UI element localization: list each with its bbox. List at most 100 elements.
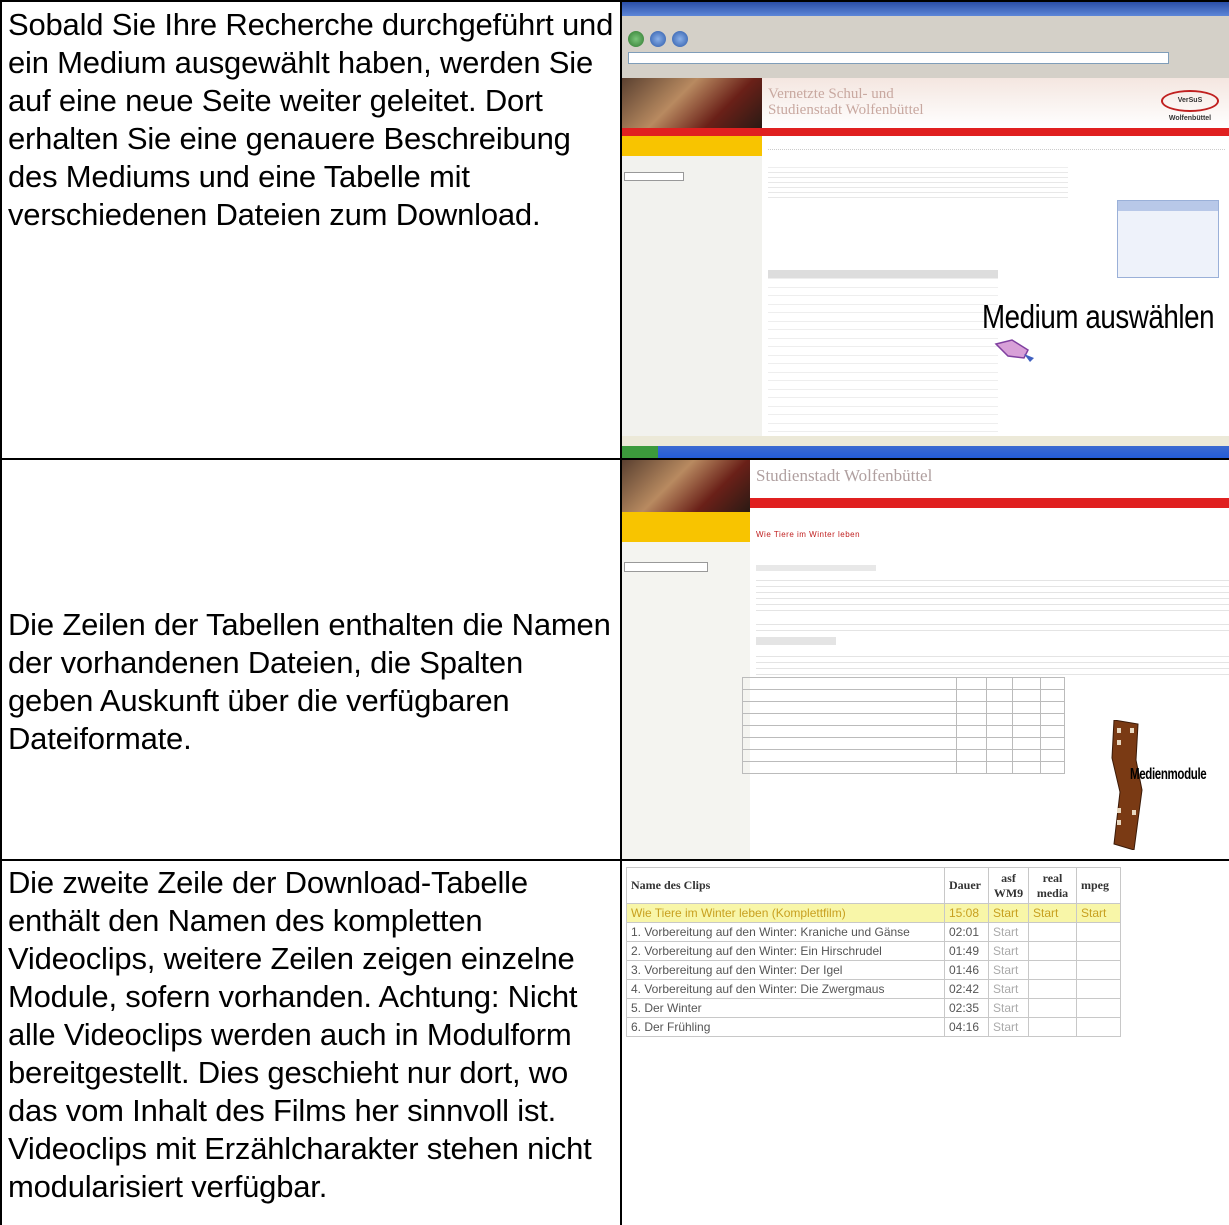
medium-title: Wie Tiere im Winter leben — [756, 530, 861, 539]
mpeg-start-link[interactable]: Start — [1076, 903, 1121, 923]
subjects-text — [756, 619, 1229, 633]
browser-toolbar — [622, 28, 1229, 50]
header-band: Studienstadt Wolfenbüttel — [750, 460, 1229, 496]
site-title: Studienstadt Wolfenbüttel — [756, 466, 933, 485]
callout-medium-auswaehlen: Medium auswählen — [982, 298, 1215, 335]
real-start-link[interactable]: Start — [1028, 903, 1077, 923]
real-start-link — [1028, 998, 1077, 1018]
address-field — [628, 52, 1169, 64]
asf-start-link[interactable]: Start — [988, 941, 1029, 961]
browser-screenshot-media-detail: Studienstadt Wolfenbüttel Wie Tiere im W… — [622, 460, 1229, 859]
clip-duration: 02:01 — [944, 922, 989, 942]
clip-table: Name des Clips Dauer asf WM9 real media … — [626, 867, 1121, 1037]
red-divider — [750, 498, 1229, 508]
clip-table-small — [742, 677, 1065, 774]
mpeg-start-link — [1076, 941, 1121, 961]
clip-duration: 01:46 — [944, 960, 989, 980]
clip-name: 4. Vorbereitung auf den Winter: Die Zwer… — [626, 979, 945, 999]
table-row: 5. Der Winter 02:35 Start — [626, 998, 1121, 1018]
status-bar — [622, 436, 1229, 446]
clip-duration: 02:35 — [944, 998, 989, 1018]
film-strip-icon — [1111, 720, 1143, 850]
clip-name: 2. Vorbereitung auf den Winter: Ein Hirs… — [626, 941, 945, 961]
header-photo — [622, 460, 750, 512]
callout-medienmodule: Medienmodule — [1130, 766, 1207, 783]
row2-description: Die Zeilen der Tabellen enthalten die Na… — [8, 607, 611, 756]
asf-start-link[interactable]: Start — [988, 998, 1029, 1018]
main-content — [768, 140, 1225, 441]
asf-start-link[interactable]: Start — [988, 922, 1029, 942]
clip-duration: 01:49 — [944, 941, 989, 961]
col-name-header: Name des Clips — [626, 867, 945, 904]
clip-name: 5. Der Winter — [626, 998, 945, 1018]
audience-text — [756, 637, 836, 645]
col-duration-header: Dauer — [944, 867, 989, 904]
mpeg-start-link — [1076, 960, 1121, 980]
media-list-table — [768, 270, 998, 441]
real-start-link — [1028, 941, 1077, 961]
table-row: 1. Vorbereitung auf den Winter: Kraniche… — [626, 922, 1121, 942]
row3-description: Die zweite Zeile der Download-Tabelle en… — [8, 865, 592, 1204]
asf-start-link[interactable]: Start — [988, 979, 1029, 999]
col-asf-header: asf WM9 — [988, 867, 1029, 904]
browser-screenshot-media-list: Vernetzte Schul- und Studienstadt Wolfen… — [622, 2, 1229, 458]
mpeg-start-link — [1076, 922, 1121, 942]
row1-description: Sobald Sie Ihre Recherche durchgeführt u… — [8, 7, 614, 232]
table-row: 3. Vorbereitung auf den Winter: Der Igel… — [626, 960, 1121, 980]
sidebar-item — [622, 524, 750, 542]
clip-name: 3. Vorbereitung auf den Winter: Der Igel — [626, 960, 945, 980]
asf-start-link[interactable]: Start — [988, 960, 1029, 980]
mpeg-start-link — [1076, 998, 1121, 1018]
clip-duration: 04:16 — [944, 1017, 989, 1037]
versus-logo: VerSuS Wolfenbüttel — [1161, 90, 1219, 122]
real-start-link — [1028, 960, 1077, 980]
sidebar-item — [622, 136, 762, 146]
window-titlebar — [622, 2, 1229, 16]
mpeg-start-link — [1076, 979, 1121, 999]
clip-duration: 02:42 — [944, 979, 989, 999]
description-text — [756, 575, 1229, 615]
breadcrumb — [768, 140, 1225, 150]
clip-duration: 15:08 — [944, 903, 989, 923]
intro-text — [768, 167, 1068, 201]
header-photo — [622, 78, 762, 128]
forward-icon — [650, 31, 666, 47]
clip-table-closeup: Name des Clips Dauer asf WM9 real media … — [622, 861, 1229, 1041]
webpage: Vernetzte Schul- und Studienstadt Wolfen… — [622, 78, 1229, 441]
table-border-left — [0, 0, 2, 1225]
start-button — [622, 446, 658, 458]
sidebar-item — [622, 512, 750, 524]
learning-goals-text — [756, 651, 1229, 675]
sidebar-item — [622, 156, 762, 166]
windows-taskbar — [622, 446, 1229, 458]
menu-bar — [622, 16, 1229, 28]
address-bar — [622, 50, 1229, 66]
search-input — [624, 172, 684, 181]
table-row: 6. Der Frühling 04:16 Start — [626, 1017, 1121, 1037]
table-row: 2. Vorbereitung auf den Winter: Ein Hirs… — [626, 941, 1121, 961]
clip-name: Wie Tiere im Winter leben (Komplettfilm) — [626, 903, 945, 923]
hand-pointer-icon — [994, 339, 1034, 362]
clip-name: 6. Der Frühling — [626, 1017, 945, 1037]
signature-line — [756, 565, 876, 571]
col-real-header: real media — [1028, 867, 1077, 904]
search-input — [624, 562, 708, 572]
real-start-link — [1028, 979, 1077, 999]
sidebar-item — [622, 146, 762, 156]
sidebar-item — [622, 542, 750, 552]
asf-start-link[interactable]: Start — [988, 1017, 1029, 1037]
site-title: Vernetzte Schul- und Studienstadt Wolfen… — [768, 86, 924, 118]
red-divider — [622, 128, 1229, 136]
home-icon — [672, 31, 688, 47]
links-bar — [622, 66, 1229, 78]
document-table: Sobald Sie Ihre Recherche durchgeführt u… — [0, 0, 1229, 1225]
asf-start-link[interactable]: Start — [988, 903, 1029, 923]
back-icon — [628, 31, 644, 47]
real-start-link — [1028, 922, 1077, 942]
clip-name: 1. Vorbereitung auf den Winter: Kraniche… — [626, 922, 945, 942]
real-start-link — [1028, 1017, 1077, 1037]
table-row: 4. Vorbereitung auf den Winter: Die Zwer… — [626, 979, 1121, 999]
sidebar — [622, 512, 750, 859]
result-heading — [768, 156, 1225, 165]
sidebar — [622, 136, 762, 438]
